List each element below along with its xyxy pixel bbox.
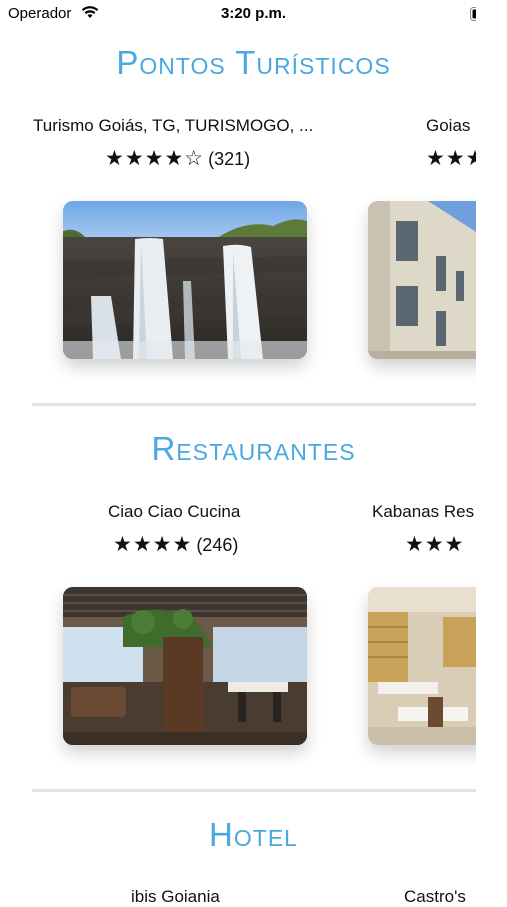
- card-name[interactable]: Ciao Ciao Cucina: [108, 502, 268, 522]
- section-title-restaurantes: Restaurantes: [151, 430, 356, 467]
- card-name[interactable]: Castro's: [404, 887, 476, 907]
- status-time: 3:20 p.m.: [220, 5, 287, 22]
- section-divider: [32, 403, 476, 406]
- scroll-clip-edge: [476, 0, 507, 900]
- card-name[interactable]: Kabanas Res: [372, 502, 476, 522]
- restaurant-photo: [63, 587, 307, 745]
- review-count: (246): [196, 535, 239, 555]
- section-divider: [32, 789, 476, 792]
- status-bar: Operador 3:20 p.m.: [0, 0, 507, 28]
- rating-stars: ★★★★☆: [105, 147, 205, 170]
- section-title-hotel: Hotel: [209, 816, 298, 853]
- card-rating: ★★★: [405, 532, 468, 557]
- card-name[interactable]: ibis Goiania: [131, 887, 261, 907]
- waterfall-photo: [63, 201, 307, 359]
- card-rating: ★★★★☆ (321): [105, 146, 250, 171]
- section-title-pontos-turisticos: Pontos Turísticos: [116, 44, 391, 81]
- card-image-restaurant[interactable]: [63, 587, 307, 745]
- card-rating: ★★★★ (246): [113, 532, 238, 557]
- review-count: (321): [208, 149, 251, 169]
- card-name[interactable]: Turismo Goiás, TG, TURISMOGO, ...: [33, 116, 333, 136]
- card-image-waterfall[interactable]: [63, 201, 307, 359]
- rating-stars: ★★★★: [113, 533, 193, 556]
- rating-stars: ★★★: [405, 533, 465, 556]
- card-name[interactable]: Goias: [426, 116, 476, 136]
